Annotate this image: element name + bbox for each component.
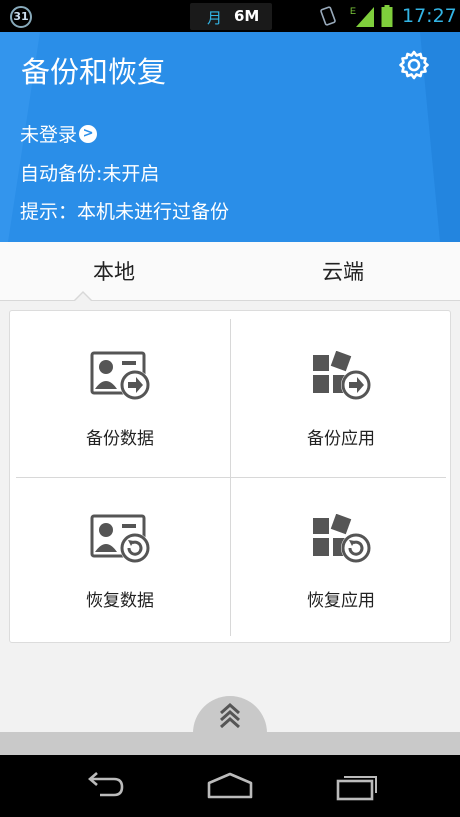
- apps-restore-icon: [313, 514, 371, 563]
- contact-card-backup-icon: [90, 351, 150, 400]
- recent-apps-icon[interactable]: [334, 771, 382, 801]
- contact-card-restore-icon: [90, 514, 150, 563]
- login-label: 未登录: [20, 124, 78, 146]
- backup-data-label: 备份数据: [86, 429, 154, 449]
- system-nav-bar: [0, 755, 460, 817]
- month-label: 月: [207, 9, 223, 27]
- restore-apps-label: 恢复应用: [307, 591, 375, 611]
- tab-bar: 本地 云端: [0, 242, 460, 301]
- backup-apps-label: 备份应用: [307, 429, 375, 449]
- gear-icon[interactable]: [398, 49, 430, 81]
- login-link[interactable]: 未登录 >: [20, 120, 98, 147]
- vibrate-icon: [320, 6, 336, 26]
- restore-apps-button[interactable]: 恢复应用: [231, 478, 451, 644]
- apps-backup-icon: [313, 351, 371, 400]
- status-bar: 31 月 6M E 17:27: [0, 0, 460, 32]
- backup-data-button[interactable]: 备份数据: [10, 311, 230, 477]
- home-icon[interactable]: [206, 771, 254, 801]
- action-grid: 备份数据 备份应用 恢复数据 恢复应用: [9, 310, 451, 643]
- battery-icon: [381, 5, 393, 27]
- signal-icon: E: [350, 6, 374, 27]
- auto-backup-status: 自动备份:未开启: [20, 163, 160, 185]
- page-title: 备份和恢复: [21, 55, 167, 89]
- calendar-icon: 31: [10, 6, 32, 28]
- arrow-right-icon: >: [79, 124, 98, 143]
- back-icon[interactable]: [78, 771, 126, 801]
- backup-tip: 提示：本机未进行过备份: [20, 201, 230, 223]
- double-chevron-up-icon: [220, 702, 240, 728]
- tab-local[interactable]: 本地: [93, 256, 135, 286]
- data-speed: 6M: [234, 7, 260, 25]
- restore-data-label: 恢复数据: [86, 591, 154, 611]
- app-header: 备份和恢复 未登录 > 自动备份:未开启 提示：本机未进行过备份: [0, 32, 460, 242]
- tab-cloud[interactable]: 云端: [322, 256, 364, 286]
- restore-data-button[interactable]: 恢复数据: [10, 478, 230, 644]
- clock: 17:27: [402, 5, 457, 27]
- speed-indicator: [190, 3, 272, 30]
- active-tab-indicator-fill: [74, 293, 92, 302]
- network-type-label: E: [350, 6, 356, 16]
- backup-apps-button[interactable]: 备份应用: [231, 311, 451, 477]
